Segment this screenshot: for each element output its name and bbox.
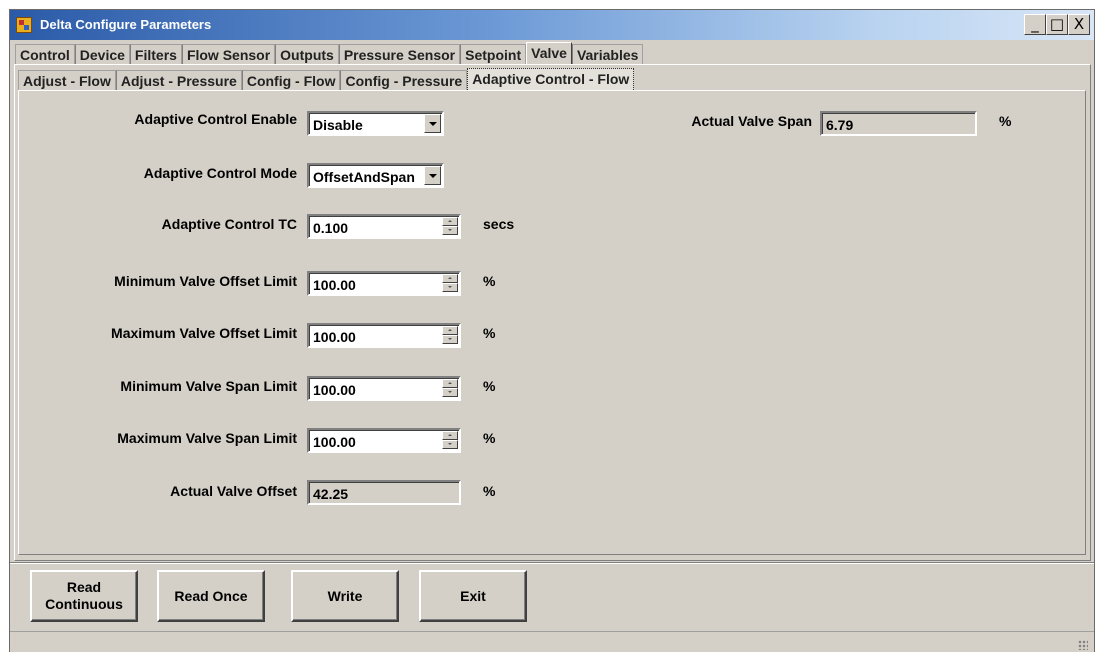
actual-offset-value: 42.25 <box>313 486 349 502</box>
tab-variables[interactable]: Variables <box>571 44 644 64</box>
title-bar[interactable]: Delta Configure Parameters _ □ X <box>10 10 1094 40</box>
maximize-button[interactable]: □ <box>1046 14 1068 35</box>
spin-up-icon[interactable] <box>442 274 458 283</box>
subtab-adjust-pressure[interactable]: Adjust - Pressure <box>115 70 242 90</box>
tab-outputs[interactable]: Outputs <box>275 44 339 64</box>
sub-tab-strip: Adjust - Flow Adjust - Pressure Config -… <box>18 68 635 90</box>
max-span-unit: % <box>483 430 496 446</box>
subtab-adjust-flow[interactable]: Adjust - Flow <box>18 70 116 90</box>
min-offset-value: 100.00 <box>313 277 356 293</box>
read-continuous-button[interactable]: Read Continuous <box>30 570 138 622</box>
actual-offset-field: 42.25 <box>307 480 461 505</box>
window-title: Delta Configure Parameters <box>40 17 212 32</box>
chevron-down-icon[interactable] <box>424 114 441 133</box>
read-continuous-label-line2: Continuous <box>45 596 123 612</box>
adaptive-mode-value: OffsetAndSpan <box>313 169 415 185</box>
tab-setpoint[interactable]: Setpoint <box>460 44 527 64</box>
adaptive-tc-value: 0.100 <box>313 220 349 236</box>
adaptive-tc-stepper[interactable]: 0.100 <box>307 214 461 239</box>
read-once-button[interactable]: Read Once <box>157 570 265 622</box>
tab-valve[interactable]: Valve <box>526 42 572 64</box>
write-button[interactable]: Write <box>291 570 399 622</box>
min-offset-label: Minimum Valve Offset Limit <box>114 273 297 289</box>
actual-span-field: 6.79 <box>820 111 977 136</box>
tab-filters[interactable]: Filters <box>129 44 182 64</box>
actual-span-unit: % <box>999 113 1012 129</box>
adaptive-mode-label: Adaptive Control Mode <box>143 165 297 181</box>
adaptive-enable-select[interactable]: Disable <box>307 111 444 136</box>
chevron-down-icon[interactable] <box>424 166 441 185</box>
spin-up-icon[interactable] <box>442 326 458 335</box>
max-offset-value: 100.00 <box>313 329 356 345</box>
spin-up-icon[interactable] <box>442 217 458 226</box>
actual-offset-unit: % <box>483 483 496 499</box>
tab-pressure-sensor[interactable]: Pressure Sensor <box>338 44 461 64</box>
actual-offset-label: Actual Valve Offset <box>170 483 297 499</box>
tab-control[interactable]: Control <box>15 44 75 64</box>
tab-device[interactable]: Device <box>74 44 130 64</box>
max-offset-stepper[interactable]: 100.00 <box>307 323 461 348</box>
divider <box>10 562 1094 564</box>
max-offset-unit: % <box>483 325 496 341</box>
spin-up-icon[interactable] <box>442 379 458 388</box>
exit-button[interactable]: Exit <box>419 570 527 622</box>
main-tab-strip: Control Device Filters Flow Sensor Outpu… <box>15 42 644 64</box>
spin-down-icon[interactable] <box>442 335 458 344</box>
tab-flow-sensor[interactable]: Flow Sensor <box>181 44 276 64</box>
app-icon <box>16 17 32 33</box>
spin-up-icon[interactable] <box>442 431 458 440</box>
app-window: Delta Configure Parameters _ □ X Control… <box>9 9 1095 652</box>
adaptive-tc-unit: secs <box>483 216 515 232</box>
adaptive-enable-label: Adaptive Control Enable <box>134 111 297 127</box>
max-span-value: 100.00 <box>313 434 356 450</box>
adaptive-enable-value: Disable <box>313 117 363 133</box>
max-offset-label: Maximum Valve Offset Limit <box>111 325 297 341</box>
resize-grip-icon[interactable] <box>1078 640 1088 650</box>
actual-span-label: Actual Valve Span <box>691 113 812 129</box>
min-span-unit: % <box>483 378 496 394</box>
subtab-config-pressure[interactable]: Config - Pressure <box>340 70 468 90</box>
min-span-value: 100.00 <box>313 382 356 398</box>
actual-span-value: 6.79 <box>826 117 854 133</box>
close-button[interactable]: X <box>1068 14 1090 35</box>
minimize-button[interactable]: _ <box>1024 14 1046 35</box>
status-bar <box>10 631 1094 652</box>
min-span-stepper[interactable]: 100.00 <box>307 376 461 401</box>
adaptive-mode-select[interactable]: OffsetAndSpan <box>307 163 444 188</box>
max-span-stepper[interactable]: 100.00 <box>307 428 461 453</box>
adaptive-tc-label: Adaptive Control TC <box>161 216 297 232</box>
spin-down-icon[interactable] <box>442 440 458 449</box>
subtab-config-flow[interactable]: Config - Flow <box>241 70 341 90</box>
min-span-label: Minimum Valve Span Limit <box>120 378 297 394</box>
spin-down-icon[interactable] <box>442 283 458 292</box>
min-offset-stepper[interactable]: 100.00 <box>307 271 461 296</box>
read-continuous-label-line1: Read <box>66 579 102 595</box>
subtab-adaptive-control-flow[interactable]: Adaptive Control - Flow <box>467 68 635 90</box>
max-span-label: Maximum Valve Span Limit <box>117 430 297 446</box>
spin-down-icon[interactable] <box>442 226 458 235</box>
spin-down-icon[interactable] <box>442 388 458 397</box>
min-offset-unit: % <box>483 273 496 289</box>
